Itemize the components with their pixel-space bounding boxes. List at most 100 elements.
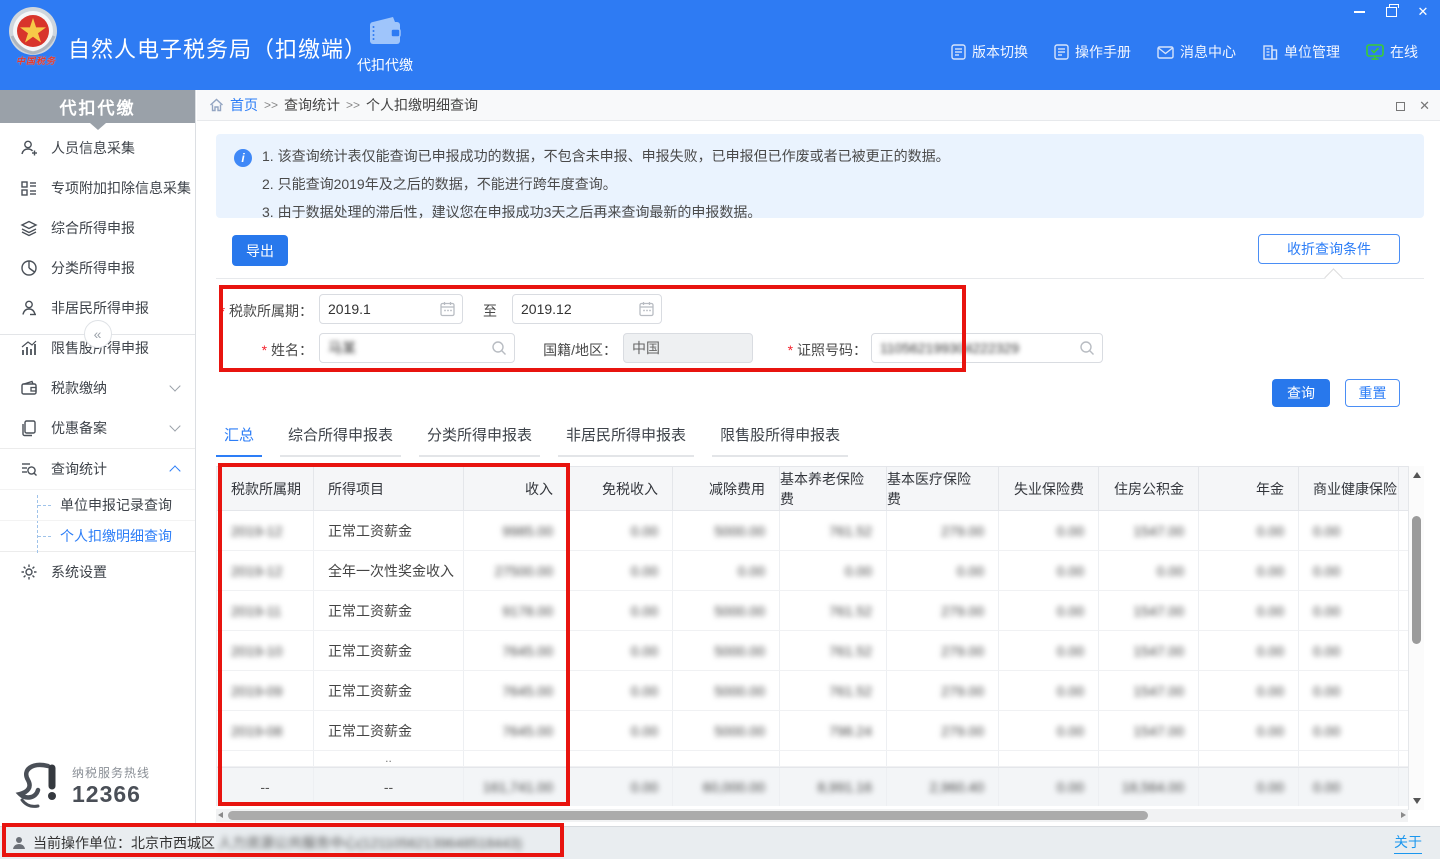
status-bar: 当前操作单位：北京市西城区人力资源公共服务中心(1211056213964851… [0, 826, 1440, 859]
layers-icon [20, 219, 38, 237]
sidebar-item-comprehensive-income[interactable]: 综合所得申报 [0, 208, 195, 248]
period-from-input[interactable]: 2019.1 [319, 294, 463, 324]
tab-summary[interactable]: 汇总 [216, 424, 262, 457]
table-row[interactable]: 2019-12全年一次性奖金收入27500.000.000.000.000.00… [217, 551, 1408, 591]
scroll-up-arrow-icon[interactable] [1413, 472, 1421, 478]
search-icon[interactable] [491, 340, 507, 356]
table-row[interactable]: 2019-08正常工资薪金7645.000.005000.00798.24279… [217, 711, 1408, 751]
calendar-icon[interactable] [639, 301, 654, 317]
table-row[interactable]: 2019-09正常工资薪金7645.000.005000.00761.52279… [217, 671, 1408, 711]
menu-version-switch[interactable]: 版本切换 [951, 42, 1028, 62]
tab-classified-income-form[interactable]: 分类所得申报表 [419, 424, 540, 457]
sidebar-item-personnel-info[interactable]: 人员信息采集 [0, 128, 195, 168]
table-cell: 0.00 [568, 631, 673, 670]
table-cell: 0.00 [568, 768, 673, 806]
table-cell: 0.00 [999, 671, 1099, 710]
sidebar-item-query-statistics[interactable]: 查询统计 [0, 449, 195, 489]
breadcrumb: 首页 >> 查询统计 >> 个人扣缴明细查询 ✕ [197, 90, 1440, 121]
table-cell: 7645.00 [464, 631, 568, 670]
table-cell [568, 751, 673, 766]
table-cell: 7645.00 [464, 671, 568, 710]
table-cell: 8,991.16 [780, 768, 887, 806]
table-row[interactable]: 2019-10正常工资薪金7645.000.005000.00761.52279… [217, 631, 1408, 671]
column-header: 收入 [464, 467, 568, 510]
minimize-button[interactable] [1350, 4, 1368, 20]
table-cell: 0.00 [568, 711, 673, 750]
table-cell: 761.52 [780, 631, 887, 670]
sidebar-subitem-personal-withholding-query[interactable]: 个人扣缴明细查询 [0, 520, 195, 551]
about-link[interactable]: 关于 [1394, 832, 1422, 854]
table-cell: 0.00 [1199, 711, 1299, 750]
sidebar-item-special-deduction[interactable]: 专项附加扣除信息采集 [0, 168, 195, 208]
menu-message-center[interactable]: 消息中心 [1157, 42, 1236, 62]
table-cell: 正常工资薪金 [314, 511, 464, 550]
column-header: 税 [1399, 467, 1408, 510]
menu-manual[interactable]: 操作手册 [1054, 42, 1131, 62]
wallet-icon [367, 16, 403, 46]
calendar-icon[interactable] [440, 301, 455, 317]
main-content: i 1. 该查询统计表仅能查询已申报成功的数据，不包含未申报、申报失败，已申报但… [197, 122, 1440, 826]
vertical-scrollbar[interactable] [1408, 466, 1424, 810]
table-cell: 161,741.00 [464, 768, 568, 806]
breadcrumb-home[interactable]: 首页 [230, 95, 258, 115]
sidebar-item-classified-income[interactable]: 分类所得申报 [0, 248, 195, 288]
search-icon[interactable] [1079, 340, 1095, 356]
table-cell: 18,564.00 [1099, 768, 1199, 806]
export-button[interactable]: 导出 [232, 235, 288, 266]
hotline-headset-icon [12, 760, 64, 812]
query-button[interactable]: 查询 [1272, 379, 1330, 407]
tab-nonresident-income-form[interactable]: 非居民所得申报表 [558, 424, 694, 457]
vertical-scrollbar-thumb[interactable] [1412, 516, 1421, 644]
table-cell: 0.00 [1099, 551, 1199, 590]
tab-restricted-stock-form[interactable]: 限售股所得申报表 [712, 424, 848, 457]
sidebar-item-system-settings[interactable]: 系统设置 [0, 552, 195, 592]
header-menu: 版本切换 操作手册 消息中心 单位管理 [951, 42, 1418, 62]
reset-button[interactable]: 重置 [1345, 379, 1400, 407]
table-header-row: 税款所属期所得项目收入免税收入减除费用基本养老保险费基本医疗保险费失业保险费住房… [217, 467, 1408, 511]
table-row[interactable]: 2019-11正常工资薪金9178.000.005000.00761.52279… [217, 591, 1408, 631]
tab-withholding[interactable]: 代扣代缴 [342, 10, 428, 90]
gear-icon [20, 563, 38, 581]
mail-icon [1157, 46, 1174, 59]
table-cell [464, 751, 568, 766]
table-row[interactable]: ----161,741.000.0060,000.008,991.162,960… [217, 767, 1408, 806]
sidebar-item-tax-payment[interactable]: 税款缴纳 [0, 368, 195, 408]
horizontal-scrollbar[interactable] [216, 809, 1408, 822]
table-row[interactable]: 2019-12正常工资薪金9985.000.005000.00761.52279… [217, 511, 1408, 551]
collapse-query-button[interactable]: 收折查询条件 [1258, 234, 1400, 264]
sidebar-subitem-label: 个人扣缴明细查询 [60, 526, 172, 546]
scroll-left-arrow-icon[interactable] [218, 812, 223, 818]
restore-button[interactable] [1382, 4, 1400, 20]
hotline-number: 12366 [72, 781, 150, 808]
name-input[interactable]: 马某 [319, 333, 515, 363]
table-row[interactable]: .. [217, 751, 1408, 767]
close-button[interactable]: ✕ [1414, 4, 1432, 20]
tab-comprehensive-income-form[interactable]: 综合所得申报表 [280, 424, 401, 457]
document-icon [1054, 44, 1069, 60]
divider [216, 278, 1424, 279]
column-header: 失业保险费 [999, 467, 1099, 510]
scroll-down-arrow-icon[interactable] [1413, 798, 1421, 804]
table-cell: 0.00 [1199, 551, 1299, 590]
table-cell: 5000.00 [673, 511, 780, 550]
sidebar-collapse-button[interactable]: « [84, 320, 112, 348]
sidebar-subitem-unit-declaration-query[interactable]: 单位申报记录查询 [0, 489, 195, 520]
table-cell: 1547.00 [1099, 631, 1199, 670]
panel-close-icon[interactable]: ✕ [1419, 98, 1430, 114]
building-icon [1262, 45, 1278, 60]
menu-online-status[interactable]: 在线 [1366, 42, 1418, 62]
sidebar-item-label: 人员信息采集 [51, 138, 135, 158]
menu-unit-management[interactable]: 单位管理 [1262, 42, 1340, 62]
id-number-input[interactable]: 110562199304222329 [871, 333, 1103, 363]
horizontal-scrollbar-thumb[interactable] [228, 811, 1148, 820]
column-header: 税款所属期 [217, 467, 314, 510]
scroll-right-arrow-icon[interactable] [1401, 812, 1406, 818]
table-cell [780, 751, 887, 766]
table-cell: 279.00 [887, 671, 999, 710]
panel-restore-icon[interactable] [1396, 102, 1405, 111]
sidebar-item-preferential-filing[interactable]: 优惠备案 [0, 408, 195, 448]
table-cell: 正常工资薪金 [314, 671, 464, 710]
table-cell: -- [314, 768, 464, 806]
sidebar-group-query-statistics: 查询统计 单位申报记录查询 个人扣缴明细查询 [0, 448, 195, 552]
period-to-input[interactable]: 2019.12 [512, 294, 662, 324]
